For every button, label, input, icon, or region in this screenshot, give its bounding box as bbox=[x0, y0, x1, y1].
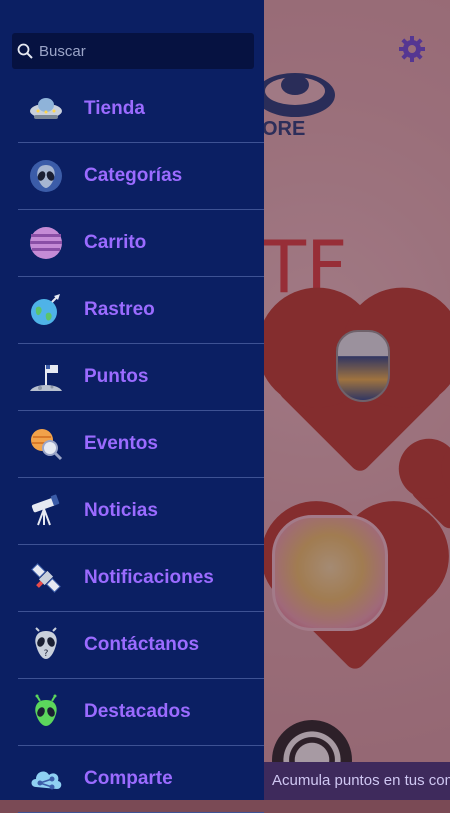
points-banner[interactable]: Acumula puntos en tus com bbox=[264, 762, 450, 800]
menu-item-label: Categorías bbox=[84, 165, 183, 186]
green-alien-icon bbox=[35, 694, 57, 726]
menu-item-label: Destacados bbox=[84, 701, 191, 722]
menu-item-label: Tienda bbox=[84, 98, 145, 119]
svg-text:?: ? bbox=[44, 649, 49, 659]
menu-item-label: Eventos bbox=[84, 433, 158, 454]
alien-head-icon bbox=[30, 160, 62, 192]
menu-item-noticias[interactable]: Noticias bbox=[18, 478, 264, 545]
menu-item-rastreo[interactable]: Rastreo bbox=[18, 277, 264, 344]
ufo-icon bbox=[30, 98, 62, 119]
satellite-icon bbox=[31, 563, 61, 593]
menu-item-label: Carrito bbox=[84, 232, 147, 253]
planet-magnifier-icon bbox=[31, 429, 63, 461]
menu-item-comparte[interactable]: Comparte bbox=[18, 746, 264, 813]
menu-item-label: Puntos bbox=[84, 366, 149, 387]
menu-item-notificaciones[interactable]: Notificaciones bbox=[18, 545, 264, 612]
earth-rocket-icon bbox=[31, 294, 60, 325]
menu-item-destacados[interactable]: Destacados bbox=[18, 679, 264, 746]
menu-item-contactanos[interactable]: ? Contáctanos bbox=[18, 612, 264, 679]
share-cloud-icon bbox=[31, 771, 62, 790]
moon-flag-icon bbox=[30, 365, 62, 391]
telescope-icon bbox=[31, 494, 60, 526]
navigation-drawer: Tienda Categorías Carrito bbox=[0, 0, 264, 813]
menu-item-label: Rastreo bbox=[84, 299, 155, 320]
menu-item-puntos[interactable]: Puntos bbox=[18, 344, 264, 411]
menu-item-label: Comparte bbox=[84, 768, 173, 789]
menu-item-label: Notificaciones bbox=[84, 567, 214, 588]
menu-item-label: Noticias bbox=[84, 500, 158, 521]
menu-item-categorias[interactable]: Categorías bbox=[18, 143, 264, 210]
planet-icon bbox=[30, 227, 62, 259]
search-bar[interactable] bbox=[12, 33, 254, 69]
search-icon bbox=[17, 43, 33, 59]
menu-item-eventos[interactable]: Eventos bbox=[18, 411, 264, 478]
menu-item-carrito[interactable]: Carrito bbox=[18, 210, 264, 277]
menu-item-tienda[interactable]: Tienda bbox=[18, 76, 264, 143]
alien-contact-icon: ? bbox=[35, 627, 57, 659]
menu-item-label: Contáctanos bbox=[84, 634, 200, 655]
search-input[interactable] bbox=[37, 41, 241, 61]
drawer-menu: Tienda Categorías Carrito Rastreo Puntos… bbox=[18, 76, 264, 813]
